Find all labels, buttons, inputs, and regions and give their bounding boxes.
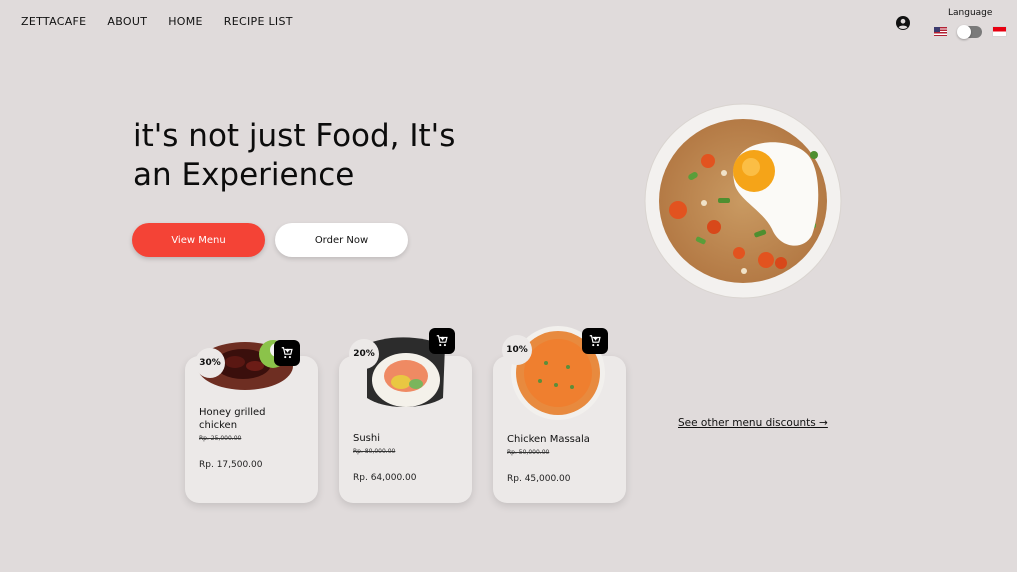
discount-badge: 10% xyxy=(502,335,532,365)
account-circle-icon[interactable] xyxy=(896,15,910,30)
card-new-price: Rp. 17,500.00 xyxy=(199,460,263,470)
view-menu-button[interactable]: View Menu xyxy=(132,223,265,257)
card-dish-name: Chicken Massala xyxy=(507,434,590,445)
see-other-discounts-link[interactable]: See other menu discounts → xyxy=(678,417,828,429)
cart-plus-icon xyxy=(436,335,448,347)
discount-card-honey-grilled-chicken[interactable]: 30% Honey grilled chicken Rp. 25,000.00 … xyxy=(185,340,318,503)
fried-rice-plate-image xyxy=(644,103,842,299)
discount-badge: 20% xyxy=(349,339,379,369)
toggle-knob xyxy=(957,25,971,39)
cart-plus-icon xyxy=(281,347,293,359)
discount-card-chicken-massala[interactable]: 10% Chicken Massala Rp. 50,000.00 Rp. 45… xyxy=(493,326,626,503)
indonesia-flag-icon[interactable] xyxy=(993,27,1006,36)
card-dish-name: Sushi xyxy=(353,433,381,444)
hero-headline: it's not just Food, It's an Experience xyxy=(133,118,456,193)
add-to-cart-button[interactable] xyxy=(582,328,608,354)
nav-item-about[interactable]: ABOUT xyxy=(107,15,147,28)
nav-item-home[interactable]: HOME xyxy=(168,15,203,28)
card-old-price: Rp. 50,000.00 xyxy=(507,449,550,456)
cart-plus-icon xyxy=(589,335,601,347)
discount-card-sushi[interactable]: 20% Sushi Rp. 80,000.00 Rp. 64,000.00 xyxy=(339,328,472,503)
card-old-price: Rp. 80,000.00 xyxy=(353,448,396,455)
top-nav: ZETTACAFE ABOUT HOME RECIPE LIST xyxy=(21,15,293,28)
language-switcher: Language xyxy=(930,8,1010,42)
us-flag-icon[interactable] xyxy=(934,27,947,36)
card-old-price: Rp. 25,000.00 xyxy=(199,435,242,442)
add-to-cart-button[interactable] xyxy=(429,328,455,354)
card-dish-name: Honey grilled chicken xyxy=(199,407,266,431)
nav-item-recipe-list[interactable]: RECIPE LIST xyxy=(224,15,293,28)
order-now-button[interactable]: Order Now xyxy=(275,223,408,257)
card-new-price: Rp. 45,000.00 xyxy=(507,474,571,484)
add-to-cart-button[interactable] xyxy=(274,340,300,366)
language-toggle[interactable] xyxy=(957,25,982,39)
discount-badge: 30% xyxy=(195,348,225,378)
language-label: Language xyxy=(948,8,993,18)
card-new-price: Rp. 64,000.00 xyxy=(353,473,417,483)
nav-logo-zettacafe[interactable]: ZETTACAFE xyxy=(21,15,86,28)
